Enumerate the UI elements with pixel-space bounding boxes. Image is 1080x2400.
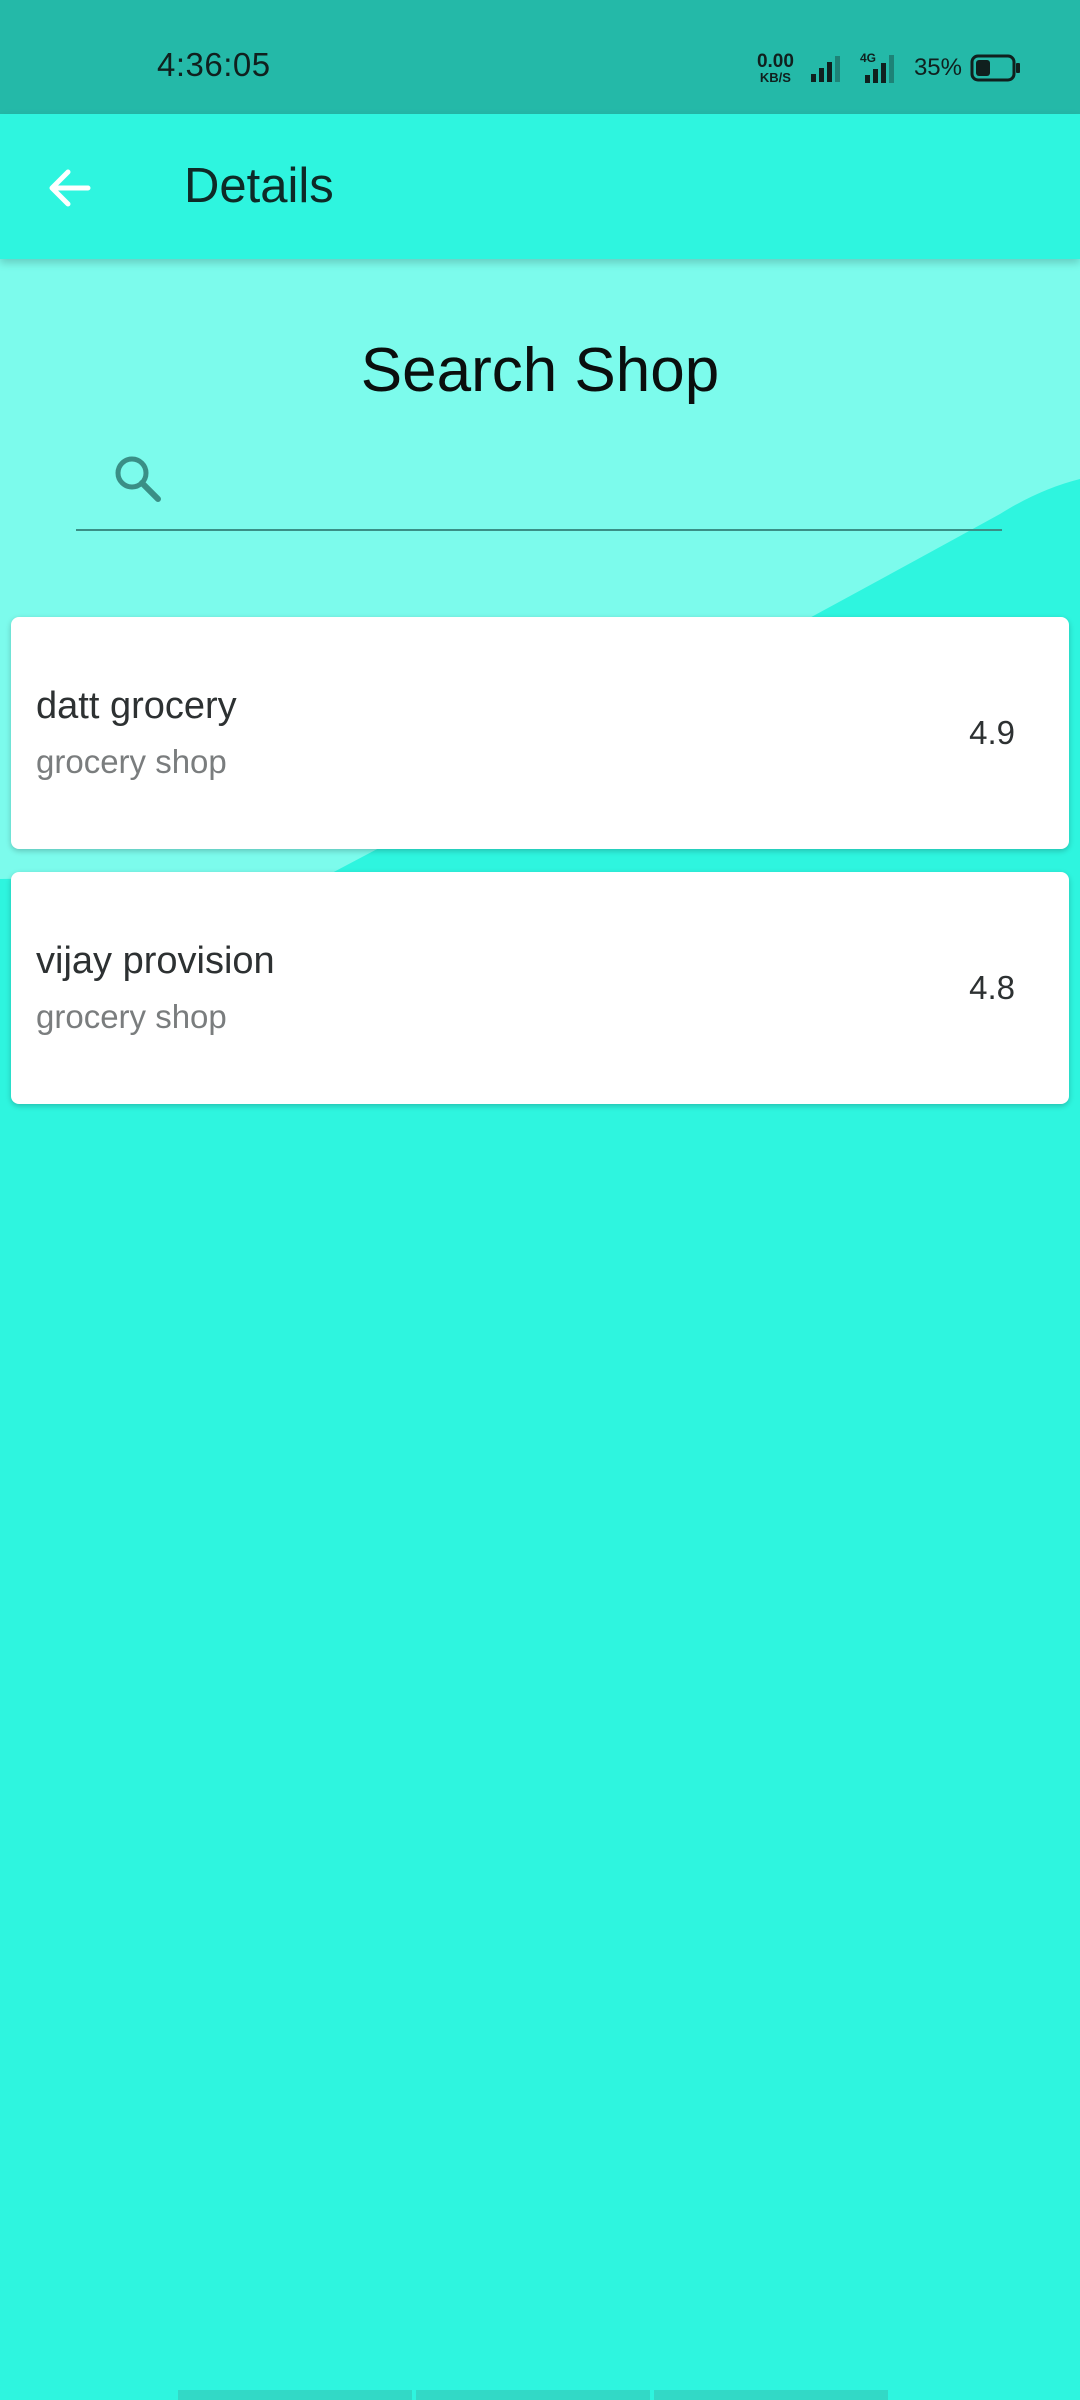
navigation-gesture-bar[interactable] <box>178 2390 888 2400</box>
battery-percent: 35% <box>913 54 962 81</box>
network-type: 4G <box>859 51 876 65</box>
arrow-left-icon <box>49 169 91 207</box>
status-bar: 4:36:05 0.00 KB/S 4G 35% <box>0 0 1080 114</box>
shop-category: grocery shop <box>36 998 227 1035</box>
signal-icon <box>810 56 840 82</box>
app-bar: Details <box>0 114 1080 259</box>
shop-name: datt grocery <box>36 685 237 727</box>
shop-category: grocery shop <box>36 743 227 780</box>
status-icons: 0.00 KB/S 4G 35% <box>757 50 1022 86</box>
search-input[interactable] <box>184 449 988 511</box>
battery-icon <box>970 54 1020 82</box>
search-field[interactable] <box>76 429 1002 531</box>
page-title: Details <box>184 159 334 213</box>
shop-card[interactable]: datt grocery grocery shop 4.9 <box>11 617 1069 849</box>
shop-card[interactable]: vijay provision grocery shop 4.8 <box>11 872 1069 1104</box>
network-speed-value: 0.00 <box>756 51 794 72</box>
search-heading: Search Shop <box>360 336 720 405</box>
search-icon <box>115 456 161 502</box>
shop-name: vijay provision <box>36 940 275 982</box>
back-button[interactable] <box>42 160 98 216</box>
main-content: Search Shop datt grocery grocery shop 4.… <box>0 259 1080 2400</box>
network-speed-unit: KB/S <box>759 70 791 85</box>
network-speed: 0.00 KB/S <box>757 52 794 84</box>
shop-rating: 4.9 <box>969 714 1015 751</box>
shop-rating: 4.8 <box>969 969 1015 1006</box>
status-time: 4:36:05 <box>157 46 271 83</box>
